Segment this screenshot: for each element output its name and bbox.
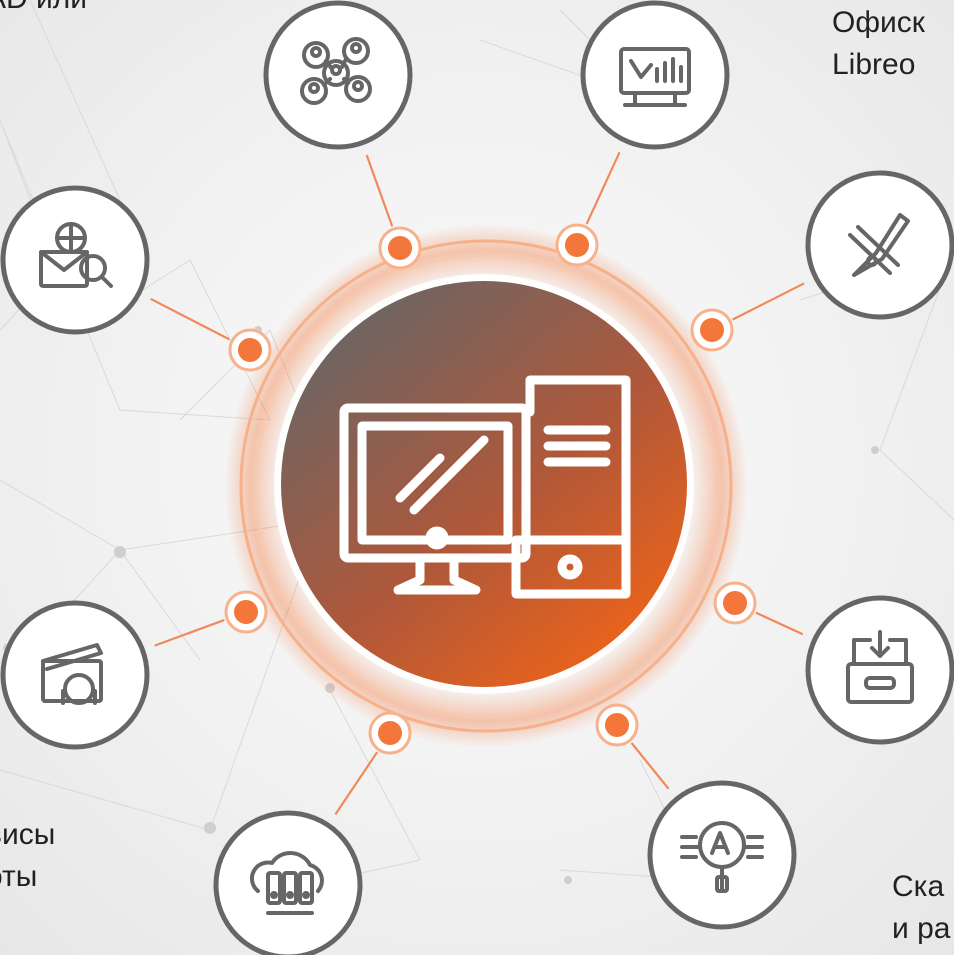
ring-node: [595, 703, 639, 747]
connector-line: [150, 298, 230, 341]
ring-node: [690, 308, 734, 352]
ring-node: [228, 328, 272, 372]
satellite: [805, 170, 954, 320]
connector-line: [154, 619, 225, 647]
satellite: [213, 810, 363, 955]
satellite: [647, 780, 797, 930]
connector-line: [585, 152, 621, 225]
ring-node: [224, 590, 268, 634]
satellite: [263, 0, 413, 150]
label-top-left: AD или: [0, 0, 87, 20]
connector-line: [630, 742, 670, 790]
satellite: [0, 600, 150, 750]
ring-node: [368, 711, 412, 755]
connector-line: [732, 282, 805, 321]
satellite: [0, 185, 150, 335]
connector-line: [334, 751, 378, 815]
satellite: [580, 0, 730, 150]
ring-node: [378, 226, 422, 270]
label-top-right: Офиск Libreo: [832, 6, 925, 81]
diagram-canvas: [0, 0, 954, 955]
ring-node: [713, 581, 757, 625]
satellite: [805, 595, 954, 745]
label-bottom-left: висы оты: [0, 818, 56, 893]
ring-node: [555, 223, 599, 267]
connector-line: [755, 611, 804, 636]
label-bottom-right: Ска и ра: [892, 870, 951, 945]
connector-line: [365, 154, 394, 227]
